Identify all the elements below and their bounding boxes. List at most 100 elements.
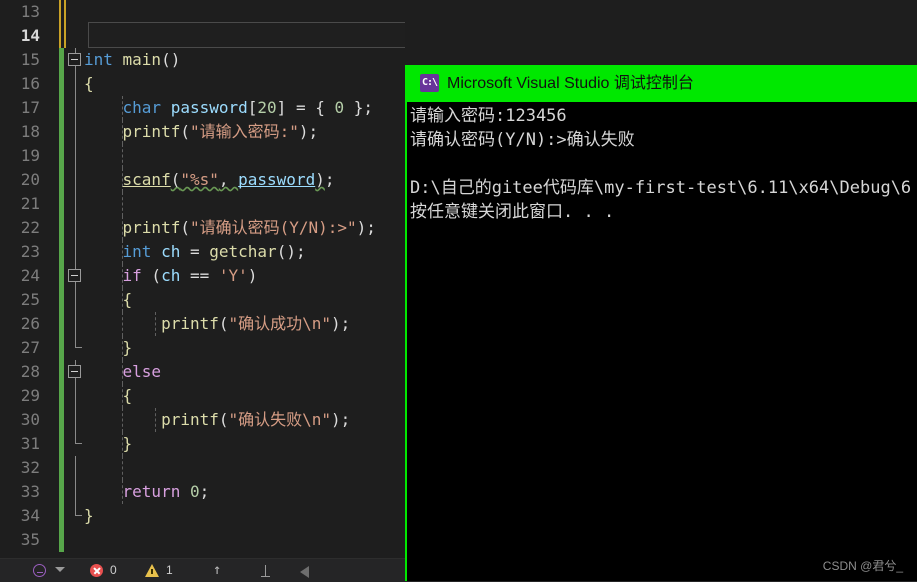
code-token: 0 [189, 482, 200, 501]
code-line[interactable]: 21 [0, 192, 405, 216]
code-token: scanf [122, 170, 171, 189]
line-number: 20 [20, 170, 40, 189]
fold-guide-line [75, 408, 76, 432]
code-text: { [84, 72, 94, 96]
change-marker [59, 480, 64, 504]
code-text: int ch = getchar(); [84, 240, 306, 264]
console-line: D:\自己的gitee代码库\my-first-test\6.11\x64\De… [410, 178, 912, 198]
line-number: 33 [20, 482, 40, 501]
code-line[interactable]: 19 [0, 144, 405, 168]
code-token: "请输入密码:" [189, 122, 299, 141]
line-number: 35 [20, 530, 40, 549]
line-number: 16 [20, 74, 40, 93]
console-title-bar[interactable]: C:\ Microsoft Visual Studio 调试控制台 [407, 65, 917, 102]
code-line[interactable]: 18 printf("请输入密码:"); [0, 120, 405, 144]
code-token: ; [324, 170, 335, 189]
code-line[interactable]: 22 printf("请确认密码(Y/N):>"); [0, 216, 405, 240]
code-token: ; [199, 482, 210, 501]
console-output[interactable]: 请输入密码:123456 请确认密码(Y/N):>确认失败 D:\自己的gitee… [407, 102, 917, 581]
debug-console-window[interactable]: C:\ Microsoft Visual Studio 调试控制台 请输入密码:… [405, 65, 917, 581]
code-line[interactable]: 35 [0, 528, 405, 552]
code-line[interactable]: 27 } [0, 336, 405, 360]
code-token: 0 [334, 98, 345, 117]
console-line: 请输入密码:123456 [410, 106, 567, 126]
change-marker [59, 384, 64, 408]
code-editor[interactable]: 13 14 15 int main() 16{17 char password[20] … [0, 0, 405, 558]
console-title-text: Microsoft Visual Studio 调试控制台 [447, 75, 694, 92]
line-number: 19 [20, 146, 40, 165]
code-text: char password[20] = { 0 }; [84, 96, 373, 120]
code-line[interactable]: 20 scanf("%s", password); [0, 168, 405, 192]
code-token: "确认失败\n" [228, 410, 332, 429]
code-line[interactable]: 13 [0, 0, 405, 24]
fold-guide-line [75, 240, 76, 264]
code-text: } [84, 336, 133, 360]
collapse-region-icon[interactable] [68, 269, 81, 282]
code-token: } [122, 338, 133, 357]
code-token: main [122, 50, 162, 69]
line-number: 26 [20, 314, 40, 333]
collapse-region-icon[interactable] [68, 365, 81, 378]
line-number: 31 [20, 434, 40, 453]
code-line[interactable]: 33 return 0; [0, 480, 405, 504]
code-line[interactable]: 16 { [0, 72, 405, 96]
collapse-region-icon[interactable] [68, 53, 81, 66]
change-marker [59, 72, 64, 96]
change-marker [59, 168, 64, 192]
code-lines-container[interactable]: 13 14 15 int main() 16{17 char password[20] … [0, 0, 405, 552]
code-token: int [122, 242, 152, 261]
arrow-down-to-line-icon[interactable] [261, 565, 270, 577]
code-token: ); [331, 314, 351, 333]
code-line[interactable]: 29 { [0, 384, 405, 408]
code-token: ch [161, 242, 181, 261]
console-line: 请确认密码(Y/N):>确认失败 [410, 130, 635, 150]
fold-guide-endcap [75, 515, 82, 516]
line-number: 23 [20, 242, 40, 261]
collapse-left-icon[interactable] [300, 566, 309, 578]
change-marker [59, 288, 64, 312]
warning-icon[interactable] [145, 564, 159, 577]
change-marker [59, 0, 66, 24]
indent-guide [122, 144, 123, 168]
code-text: printf("请输入密码:"); [84, 120, 319, 144]
code-line[interactable]: 34} [0, 504, 405, 528]
code-line[interactable]: 32 [0, 456, 405, 480]
code-line[interactable]: 17 char password[20] = { 0 }; [0, 96, 405, 120]
console-app-icon: C:\ [420, 74, 439, 92]
error-count: 0 [110, 563, 117, 577]
code-token: printf [161, 314, 219, 333]
debug-history-icon[interactable] [33, 564, 46, 577]
code-token: = [180, 242, 210, 261]
code-token: }; [344, 98, 374, 117]
code-line[interactable]: 25 { [0, 288, 405, 312]
code-line[interactable]: 24 if (ch == 'Y') [0, 264, 405, 288]
chevron-down-icon[interactable] [55, 567, 65, 572]
code-token: "确认成功\n" [228, 314, 332, 333]
code-line[interactable]: 31 } [0, 432, 405, 456]
code-line[interactable]: 26 printf("确认成功\n"); [0, 312, 405, 336]
code-token: if [122, 266, 142, 285]
fold-guide-line [75, 168, 76, 192]
code-line[interactable]: 28 else [0, 360, 405, 384]
arrow-up-icon[interactable]: ↑ [213, 563, 221, 577]
fold-guide-line [75, 312, 76, 336]
code-text: scanf("%s", password); [84, 168, 335, 192]
code-token: ); [331, 410, 351, 429]
code-line[interactable]: 23 int ch = getchar(); [0, 240, 405, 264]
code-token: printf [122, 122, 181, 141]
code-line[interactable]: 30 printf("确认失败\n"); [0, 408, 405, 432]
change-marker [59, 456, 64, 480]
error-icon[interactable] [90, 564, 103, 577]
change-marker [59, 144, 64, 168]
fold-guide-line [75, 192, 76, 216]
code-token: ); [356, 218, 376, 237]
code-token: char [122, 98, 162, 117]
code-token: printf [161, 410, 219, 429]
line-number: 30 [20, 410, 40, 429]
code-line[interactable]: 15 int main() [0, 48, 405, 72]
